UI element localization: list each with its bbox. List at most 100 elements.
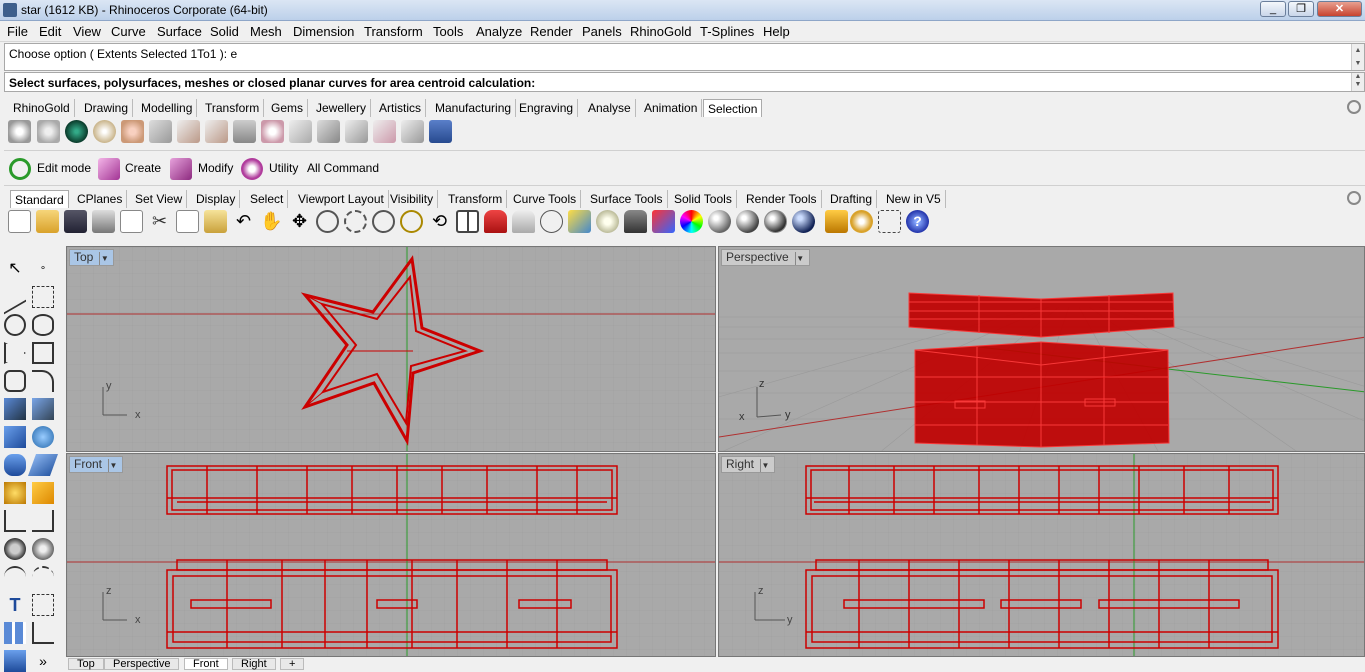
menu-solid[interactable]: Solid (210, 24, 239, 39)
tab-render-tools[interactable]: Render Tools (742, 190, 822, 208)
tab-transform-std[interactable]: Transform (444, 190, 508, 208)
chevron-down-icon[interactable]: ▼ (108, 459, 118, 472)
dimension-icon[interactable] (878, 210, 901, 233)
tab-cplanes[interactable]: CPlanes (73, 190, 128, 208)
point-icon[interactable]: ∘ (32, 258, 54, 280)
save-icon[interactable] (64, 210, 87, 233)
viewport-front-label[interactable]: Front ▼ (69, 456, 124, 473)
shank-icon[interactable] (289, 120, 312, 143)
wire-icon[interactable] (401, 120, 424, 143)
tab-standard[interactable]: Standard (10, 190, 69, 208)
help-icon[interactable]: ? (906, 210, 929, 233)
tab-animation[interactable]: Animation (640, 99, 703, 117)
import-icon[interactable] (120, 210, 143, 233)
tab-jewellery[interactable]: Jewellery (312, 99, 372, 117)
pearl-icon[interactable] (93, 120, 116, 143)
chevron-down-icon[interactable]: ▼ (99, 252, 109, 265)
gem-cluster-icon[interactable] (8, 120, 31, 143)
layer-icon[interactable] (652, 210, 675, 233)
tab-drafting[interactable]: Drafting (826, 190, 878, 208)
print-icon[interactable] (92, 210, 115, 233)
viewport-perspective-label[interactable]: Perspective ▼ (721, 249, 810, 266)
create-button[interactable]: Create (98, 157, 164, 181)
command-history[interactable]: Choose option ( Extents Selected 1To1 ):… (4, 43, 1365, 71)
menu-tsplines[interactable]: T-Splines (700, 24, 754, 39)
cylinder-icon[interactable] (4, 454, 26, 476)
viewport-right-label[interactable]: Right ▼ (721, 456, 776, 473)
command-prompt-scrollbar[interactable]: ▲ ▼ (1351, 73, 1364, 91)
close-button[interactable]: ✕ (1317, 1, 1362, 17)
menu-view[interactable]: View (73, 24, 101, 39)
ring-wizard-icon[interactable] (149, 120, 172, 143)
polygon-icon[interactable] (4, 370, 26, 392)
wireframe-sphere-icon[interactable] (708, 210, 731, 233)
extrude-surface-icon[interactable] (32, 398, 54, 420)
tab-gems[interactable]: Gems (267, 99, 309, 117)
menu-analyze[interactable]: Analyze (476, 24, 522, 39)
color-wheel-icon[interactable] (680, 210, 703, 233)
polyline-icon[interactable] (4, 279, 26, 315)
tab-engraving[interactable]: Engraving (515, 99, 579, 117)
vptab-top[interactable]: Top (68, 658, 104, 670)
menu-curve[interactable]: Curve (111, 24, 146, 39)
lock-icon[interactable] (624, 210, 647, 233)
select-arrow-icon[interactable]: ↖ (4, 258, 26, 280)
tab-select[interactable]: Select (246, 190, 289, 208)
menu-render[interactable]: Render (530, 24, 573, 39)
sphere-solid-icon[interactable] (32, 426, 54, 448)
four-viewports-icon[interactable] (456, 210, 479, 233)
ellipse-icon[interactable] (32, 314, 54, 336)
car-ghost-icon[interactable] (512, 210, 535, 233)
utility-button[interactable]: Utility (241, 157, 301, 181)
gem-pave-icon[interactable] (37, 120, 60, 143)
viewport-top[interactable]: Top ▼ x y (66, 246, 716, 452)
tab-rhinogold[interactable]: RhinoGold (9, 99, 75, 117)
curve-cv-icon[interactable] (32, 286, 54, 308)
curve-array-icon[interactable] (345, 120, 368, 143)
menu-dimension[interactable]: Dimension (293, 24, 354, 39)
array-icon[interactable] (4, 622, 26, 644)
freeform-curve-icon[interactable] (32, 370, 54, 392)
zoom-icon[interactable] (316, 210, 339, 233)
viewport-front[interactable]: Front ▼ x z (66, 453, 716, 657)
menu-edit[interactable]: Edit (39, 24, 61, 39)
zoom-selected-icon[interactable] (400, 210, 423, 233)
chain-icon[interactable] (317, 120, 340, 143)
options-gear-icon[interactable] (850, 210, 873, 233)
rotate-view-icon[interactable]: ✥ (288, 210, 311, 233)
tab-drawing[interactable]: Drawing (80, 99, 134, 117)
offset-curve-icon[interactable] (32, 566, 54, 588)
copy-icon[interactable] (176, 210, 199, 233)
modify-button[interactable]: Modify (170, 157, 234, 181)
new-file-icon[interactable] (8, 210, 31, 233)
chevron-down-icon[interactable]: ▼ (794, 252, 805, 265)
scale-icon[interactable] (32, 594, 54, 616)
tab-solid-tools[interactable]: Solid Tools (670, 190, 737, 208)
command-prompt[interactable]: Select surfaces, polysurfaces, meshes or… (4, 72, 1365, 92)
menu-transform[interactable]: Transform (364, 24, 423, 39)
chevron-down-icon[interactable]: ▼ (760, 459, 770, 472)
mirror-icon[interactable] (32, 622, 54, 644)
cut-icon[interactable]: ✂ (148, 210, 171, 233)
tab-modelling[interactable]: Modelling (137, 99, 198, 117)
vptab-right[interactable]: Right (232, 658, 276, 670)
gumball-gear-icon[interactable] (4, 482, 26, 504)
add-viewport-button[interactable]: + (280, 658, 305, 670)
car-icon[interactable] (484, 210, 507, 233)
cube-blue-icon[interactable] (429, 120, 452, 143)
menu-panels[interactable]: Panels (582, 24, 622, 39)
zoom-window-icon[interactable] (344, 210, 367, 233)
tab-surface-tools[interactable]: Surface Tools (586, 190, 668, 208)
size-ring-icon[interactable] (121, 120, 144, 143)
bracelet-icon[interactable] (205, 120, 228, 143)
tab-set-view[interactable]: Set View (131, 190, 188, 208)
shaded-sphere-icon[interactable] (736, 210, 759, 233)
star-ring-top-part[interactable] (908, 292, 1175, 338)
all-command-button[interactable]: All Command (306, 157, 384, 181)
menu-mesh[interactable]: Mesh (250, 24, 282, 39)
tab-manufacturing[interactable]: Manufacturing (431, 99, 517, 117)
tab-transform[interactable]: Transform (201, 99, 265, 117)
pan-hand-icon[interactable]: ✋ (260, 210, 283, 233)
rhinogold-options-gear-icon[interactable] (1347, 100, 1361, 114)
tab-selection[interactable]: Selection (703, 99, 763, 117)
